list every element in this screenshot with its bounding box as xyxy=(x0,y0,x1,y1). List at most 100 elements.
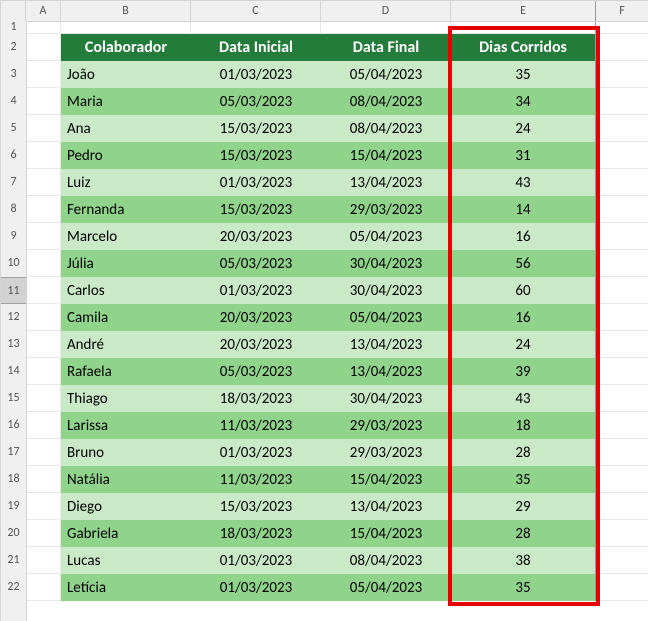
cell-dias-corridos[interactable]: 34 xyxy=(451,88,596,115)
cell-colaborador[interactable]: André xyxy=(61,331,191,358)
row-header-17[interactable]: 17 xyxy=(1,439,26,466)
cell-A10[interactable] xyxy=(26,250,61,277)
cell-colaborador[interactable]: Thiago xyxy=(61,385,191,412)
column-header-E[interactable]: E xyxy=(451,1,596,21)
cell-data-inicial[interactable]: 18/03/2023 xyxy=(191,385,321,412)
cell-data-inicial[interactable]: 05/03/2023 xyxy=(191,88,321,115)
cell-colaborador[interactable]: Natália xyxy=(61,466,191,493)
cell-A9[interactable] xyxy=(26,223,61,250)
cell-F18[interactable] xyxy=(596,466,648,493)
cell-dias-corridos[interactable]: 18 xyxy=(451,412,596,439)
column-header-F[interactable]: F xyxy=(596,1,648,21)
row-header-4[interactable]: 4 xyxy=(1,88,26,115)
cell-colaborador[interactable]: Luiz xyxy=(61,169,191,196)
cell-data-final[interactable]: 29/03/2023 xyxy=(321,196,451,223)
cell-A21[interactable] xyxy=(26,547,61,574)
cell-data-final[interactable]: 08/04/2023 xyxy=(321,88,451,115)
cell-data-final[interactable]: 29/03/2023 xyxy=(321,412,451,439)
cell-colaborador[interactable]: Carlos xyxy=(61,277,191,304)
cell-A18[interactable] xyxy=(26,466,61,493)
cell-data-inicial[interactable]: 20/03/2023 xyxy=(191,223,321,250)
cell-data-inicial[interactable]: 01/03/2023 xyxy=(191,574,321,601)
row-header-11[interactable]: 11 xyxy=(1,277,26,304)
cell-data-final[interactable]: 29/03/2023 xyxy=(321,439,451,466)
cell-A11[interactable] xyxy=(26,277,61,304)
cell-data-final[interactable]: 13/04/2023 xyxy=(321,169,451,196)
cell-colaborador[interactable]: Gabriela xyxy=(61,520,191,547)
cell-A8[interactable] xyxy=(26,196,61,223)
cell-F11[interactable] xyxy=(596,277,648,304)
cell-colaborador[interactable]: Lucas xyxy=(61,547,191,574)
cell-F14[interactable] xyxy=(596,358,648,385)
cell-dias-corridos[interactable]: 14 xyxy=(451,196,596,223)
row-header-8[interactable]: 8 xyxy=(1,196,26,223)
row-header-10[interactable]: 10 xyxy=(1,250,26,277)
row-header-5[interactable]: 5 xyxy=(1,115,26,142)
cell-F21[interactable] xyxy=(596,547,648,574)
cell-F9[interactable] xyxy=(596,223,648,250)
cell-F17[interactable] xyxy=(596,439,648,466)
column-header-D[interactable]: D xyxy=(321,1,451,21)
cell-dias-corridos[interactable]: 29 xyxy=(451,493,596,520)
cell-F7[interactable] xyxy=(596,169,648,196)
cell-F1[interactable] xyxy=(596,21,648,34)
cell-A13[interactable] xyxy=(26,331,61,358)
row-header-21[interactable]: 21 xyxy=(1,547,26,574)
cell-data-inicial[interactable]: 05/03/2023 xyxy=(191,250,321,277)
cell-A15[interactable] xyxy=(26,385,61,412)
cell-A4[interactable] xyxy=(26,88,61,115)
cell-A19[interactable] xyxy=(26,493,61,520)
cell-dias-corridos[interactable]: 28 xyxy=(451,520,596,547)
cell-F22[interactable] xyxy=(596,574,648,601)
cell-data-final[interactable]: 30/04/2023 xyxy=(321,250,451,277)
row-header-6[interactable]: 6 xyxy=(1,142,26,169)
cell-A7[interactable] xyxy=(26,169,61,196)
cell-F6[interactable] xyxy=(596,142,648,169)
cell-data-inicial[interactable]: 01/03/2023 xyxy=(191,169,321,196)
cell-E1[interactable] xyxy=(451,21,596,34)
cell-data-inicial[interactable]: 15/03/2023 xyxy=(191,196,321,223)
cell-colaborador[interactable]: Maria xyxy=(61,88,191,115)
cell-data-final[interactable]: 05/04/2023 xyxy=(321,223,451,250)
cell-dias-corridos[interactable]: 60 xyxy=(451,277,596,304)
cell-dias-corridos[interactable]: 28 xyxy=(451,439,596,466)
cell-data-final[interactable]: 05/04/2023 xyxy=(321,304,451,331)
cell-data-final[interactable]: 13/04/2023 xyxy=(321,331,451,358)
cell-F8[interactable] xyxy=(596,196,648,223)
cell-data-final[interactable]: 15/04/2023 xyxy=(321,142,451,169)
cell-data-inicial[interactable]: 01/03/2023 xyxy=(191,61,321,88)
row-header-18[interactable]: 18 xyxy=(1,466,26,493)
cell-data-final[interactable]: 08/04/2023 xyxy=(321,547,451,574)
header-data-final[interactable]: Data Final xyxy=(321,34,451,61)
cell-colaborador[interactable]: Pedro xyxy=(61,142,191,169)
cell-colaborador[interactable]: Marcelo xyxy=(61,223,191,250)
cell-data-final[interactable]: 15/04/2023 xyxy=(321,466,451,493)
cell-data-final[interactable]: 30/04/2023 xyxy=(321,385,451,412)
cell-D1[interactable] xyxy=(321,21,451,34)
row-header-12[interactable]: 12 xyxy=(1,304,26,331)
cell-F4[interactable] xyxy=(596,88,648,115)
cell-data-inicial[interactable]: 20/03/2023 xyxy=(191,331,321,358)
cell-dias-corridos[interactable]: 16 xyxy=(451,223,596,250)
cell-A22[interactable] xyxy=(26,574,61,601)
grid-area[interactable]: ColaboradorData InicialData FinalDias Co… xyxy=(26,21,648,621)
cell-data-inicial[interactable]: 11/03/2023 xyxy=(191,466,321,493)
row-header-20[interactable]: 20 xyxy=(1,520,26,547)
cell-data-inicial[interactable]: 11/03/2023 xyxy=(191,412,321,439)
cell-dias-corridos[interactable]: 35 xyxy=(451,61,596,88)
header-dias-corridos[interactable]: Dias Corridos xyxy=(451,34,596,61)
cell-dias-corridos[interactable]: 24 xyxy=(451,331,596,358)
cell-data-inicial[interactable]: 01/03/2023 xyxy=(191,439,321,466)
row-header-3[interactable]: 3 xyxy=(1,61,26,88)
cell-dias-corridos[interactable]: 43 xyxy=(451,169,596,196)
row-header-16[interactable]: 16 xyxy=(1,412,26,439)
cell-data-inicial[interactable]: 05/03/2023 xyxy=(191,358,321,385)
cell-data-final[interactable]: 13/04/2023 xyxy=(321,493,451,520)
cell-F3[interactable] xyxy=(596,61,648,88)
cell-data-inicial[interactable]: 01/03/2023 xyxy=(191,547,321,574)
cell-F2[interactable] xyxy=(596,34,648,61)
cell-data-final[interactable]: 08/04/2023 xyxy=(321,115,451,142)
cell-A3[interactable] xyxy=(26,61,61,88)
cell-data-final[interactable]: 13/04/2023 xyxy=(321,358,451,385)
cell-dias-corridos[interactable]: 31 xyxy=(451,142,596,169)
